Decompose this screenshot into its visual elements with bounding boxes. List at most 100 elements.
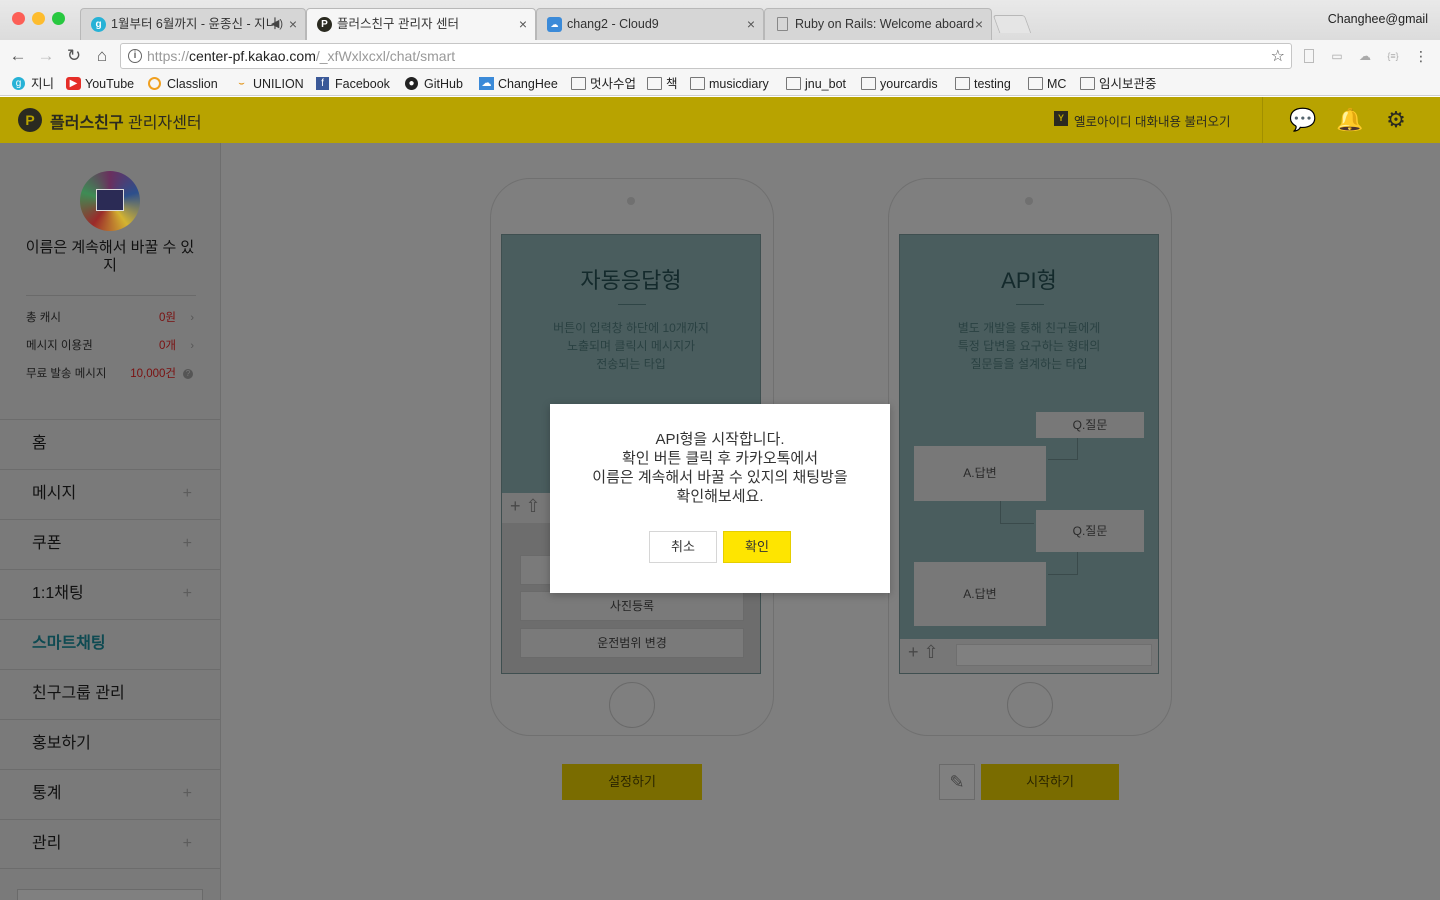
url-text[interactable]: https://center-pf.kakao.com/_xfWxlxcxl/c… [147,48,455,64]
confirm-button[interactable]: 확인 [723,531,791,563]
close-tab-icon[interactable]: × [289,9,297,39]
quick-reply-button: 사진등록 [520,591,744,621]
auto-reply-description: 버튼이 입력창 하단에 10개까지 노출되며 클릭시 메시지가 전송되는 타입 [553,321,709,371]
bookmark-folder[interactable]: musicdiary [690,75,769,93]
close-tab-icon[interactable]: × [747,9,755,39]
bookmark-folder[interactable]: 멋사수업 [571,75,636,93]
tab-title: 1월부터 6월까지 - 윤종신 - 지니 [111,17,278,31]
browser-toolbar: ← → ↻ ⌂ i https://center-pf.kakao.com/_x… [0,40,1440,72]
browser-tab-genie[interactable]: g 1월부터 6월까지 - 윤종신 - 지니 ◀) × [80,8,306,40]
auto-reply-title: 자동응답형 [580,268,682,293]
expand-plus-icon: + [182,785,192,802]
answer-bubble: A.답변 [914,562,1046,626]
bell-icon[interactable]: 🔔 [1336,107,1363,133]
reload-icon[interactable]: ↻ [62,44,86,68]
bookmark-folder[interactable]: MC [1028,75,1066,93]
help-icon[interactable]: ? [183,369,193,379]
folder-icon [690,77,705,90]
flow-connector [1048,574,1078,575]
sidebar: 이름은 계속해서 바꿀 수 있지 총 캐시 0원 › 메시지 이용권 0개 › 무료 발… [0,143,221,900]
browser-tab-bar: g 1월부터 6월까지 - 윤종신 - 지니 ◀) × P 플러스친구 관리자 … [0,0,1440,40]
browser-tab-kakao[interactable]: P 플러스친구 관리자 센터 × [306,8,536,40]
folder-icon [647,77,662,90]
menu-kebab-icon[interactable]: ⋮ [1414,49,1428,63]
bookmark-facebook[interactable]: f Facebook [316,75,390,93]
bookmark-youtube[interactable]: ▶ YouTube [66,75,134,93]
cloud-extension-icon[interactable]: ☁ [1358,49,1372,63]
sidebar-item-home[interactable]: 홈 [0,419,220,469]
bookmark-unilion[interactable]: ⌣ UNILION [234,75,304,93]
bookmark-folder[interactable]: jnu_bot [786,75,846,93]
profile-name[interactable]: Changhee@gmail [1328,12,1428,26]
bookmark-changhee[interactable]: ☁ ChangHee [479,75,558,93]
phone-home-button [609,682,655,728]
genie-tab-icon: g [91,17,106,32]
document-tab-icon [777,17,788,31]
browser-tab-cloud9[interactable]: ☁ chang2 - Cloud9 × [536,8,764,40]
bookmark-folder[interactable]: testing [955,75,1011,93]
minimize-window-button[interactable] [32,12,45,25]
question-bubble: Q.질문 [1036,412,1144,438]
gear-icon[interactable]: ⚙ [1383,107,1409,133]
facebook-icon: f [316,77,329,90]
confirm-dialog: API형을 시작합니다. 확인 버튼 클릭 후 카카오톡에서 이름은 계속해서 … [550,404,890,593]
question-bubble: Q.질문 [1036,510,1144,552]
expand-plus-icon: + [182,485,192,502]
cancel-button[interactable]: 취소 [649,531,717,563]
chat-bubble-icon[interactable]: 💬 [1289,107,1316,133]
folder-icon [786,77,801,90]
pencil-edit-icon[interactable]: ✎ [939,764,975,800]
close-window-button[interactable] [12,12,25,25]
bookmark-genie[interactable]: g 지니 [12,75,54,93]
bookmark-classlion[interactable]: Classlion [148,75,218,93]
folder-icon [861,77,876,90]
avatar[interactable] [80,171,140,231]
sidebar-item-chat[interactable]: 1:1채팅 + [0,569,220,619]
stat-total-cash[interactable]: 총 캐시 0원 › [26,310,196,326]
bookmark-star-icon[interactable]: ☆ [1271,46,1285,66]
info-icon[interactable]: i [128,49,142,63]
browser-tab-rails[interactable]: Ruby on Rails: Welcome aboard × [764,8,992,40]
sidebar-item-promotion[interactable]: 홍보하기 [0,719,220,769]
bookmark-folder[interactable]: 임시보관중 [1080,75,1157,93]
home-icon[interactable]: ⌂ [90,44,114,68]
flow-connector [1077,552,1078,574]
bookmark-folder[interactable]: yourcardis [861,75,938,93]
bookmark-github[interactable]: ● GitHub [405,75,463,93]
sidebar-item-coupon[interactable]: 쿠폰 + [0,519,220,569]
stat-message-voucher[interactable]: 메시지 이용권 0개 › [26,338,196,354]
sidebar-item-friend-groups[interactable]: 친구그룹 관리 [0,669,220,719]
sidebar-item-statistics[interactable]: 통계 + [0,769,220,819]
title-underline [618,304,646,305]
sidebar-item-message[interactable]: 메시지 + [0,469,220,519]
forward-arrow-icon[interactable]: → [34,44,58,68]
speaker-icon[interactable]: ◀) [271,9,283,39]
sidebar-item-manage[interactable]: 관리 + [0,819,220,869]
json-extension-icon[interactable]: {≡} [1386,49,1400,63]
extension-icon[interactable] [1304,49,1314,63]
chevron-right-icon: › [190,312,194,324]
close-tab-icon[interactable]: × [975,9,983,39]
start-button[interactable]: 시작하기 [981,764,1119,800]
cast-icon[interactable]: ▭ [1330,49,1344,63]
page-title[interactable]: 플러스친구 관리자센터 [50,109,202,133]
page-header: P 플러스친구 관리자센터 Y 옐로아이디 대화내용 불러오기 💬 🔔 ⚙ [0,97,1440,143]
phone-camera [627,197,635,205]
plusfriend-logo-icon[interactable]: P [18,108,42,132]
sidebar-item-smart-chat[interactable]: 스마트채팅 [0,619,220,669]
maximize-window-button[interactable] [52,12,65,25]
flow-connector [1000,523,1034,524]
phone-home-button [1007,682,1053,728]
cloud9-icon: ☁ [479,77,494,90]
kakao-plus-tab-icon: P [317,17,332,32]
tab-title: Ruby on Rails: Welcome aboard [795,17,975,31]
folder-icon [1080,77,1095,90]
import-yellowid-link[interactable]: Y 옐로아이디 대화내용 불러오기 [1054,111,1230,130]
configure-button[interactable]: 설정하기 [562,764,702,800]
new-tab-button[interactable] [992,15,1032,33]
close-tab-icon[interactable]: × [519,9,527,39]
back-arrow-icon[interactable]: ← [6,44,30,68]
plus-up-icon: + ⇧ [908,642,939,662]
bookmark-folder[interactable]: 책 [647,75,678,93]
address-bar[interactable]: i https://center-pf.kakao.com/_xfWxlxcxl… [120,43,1292,69]
